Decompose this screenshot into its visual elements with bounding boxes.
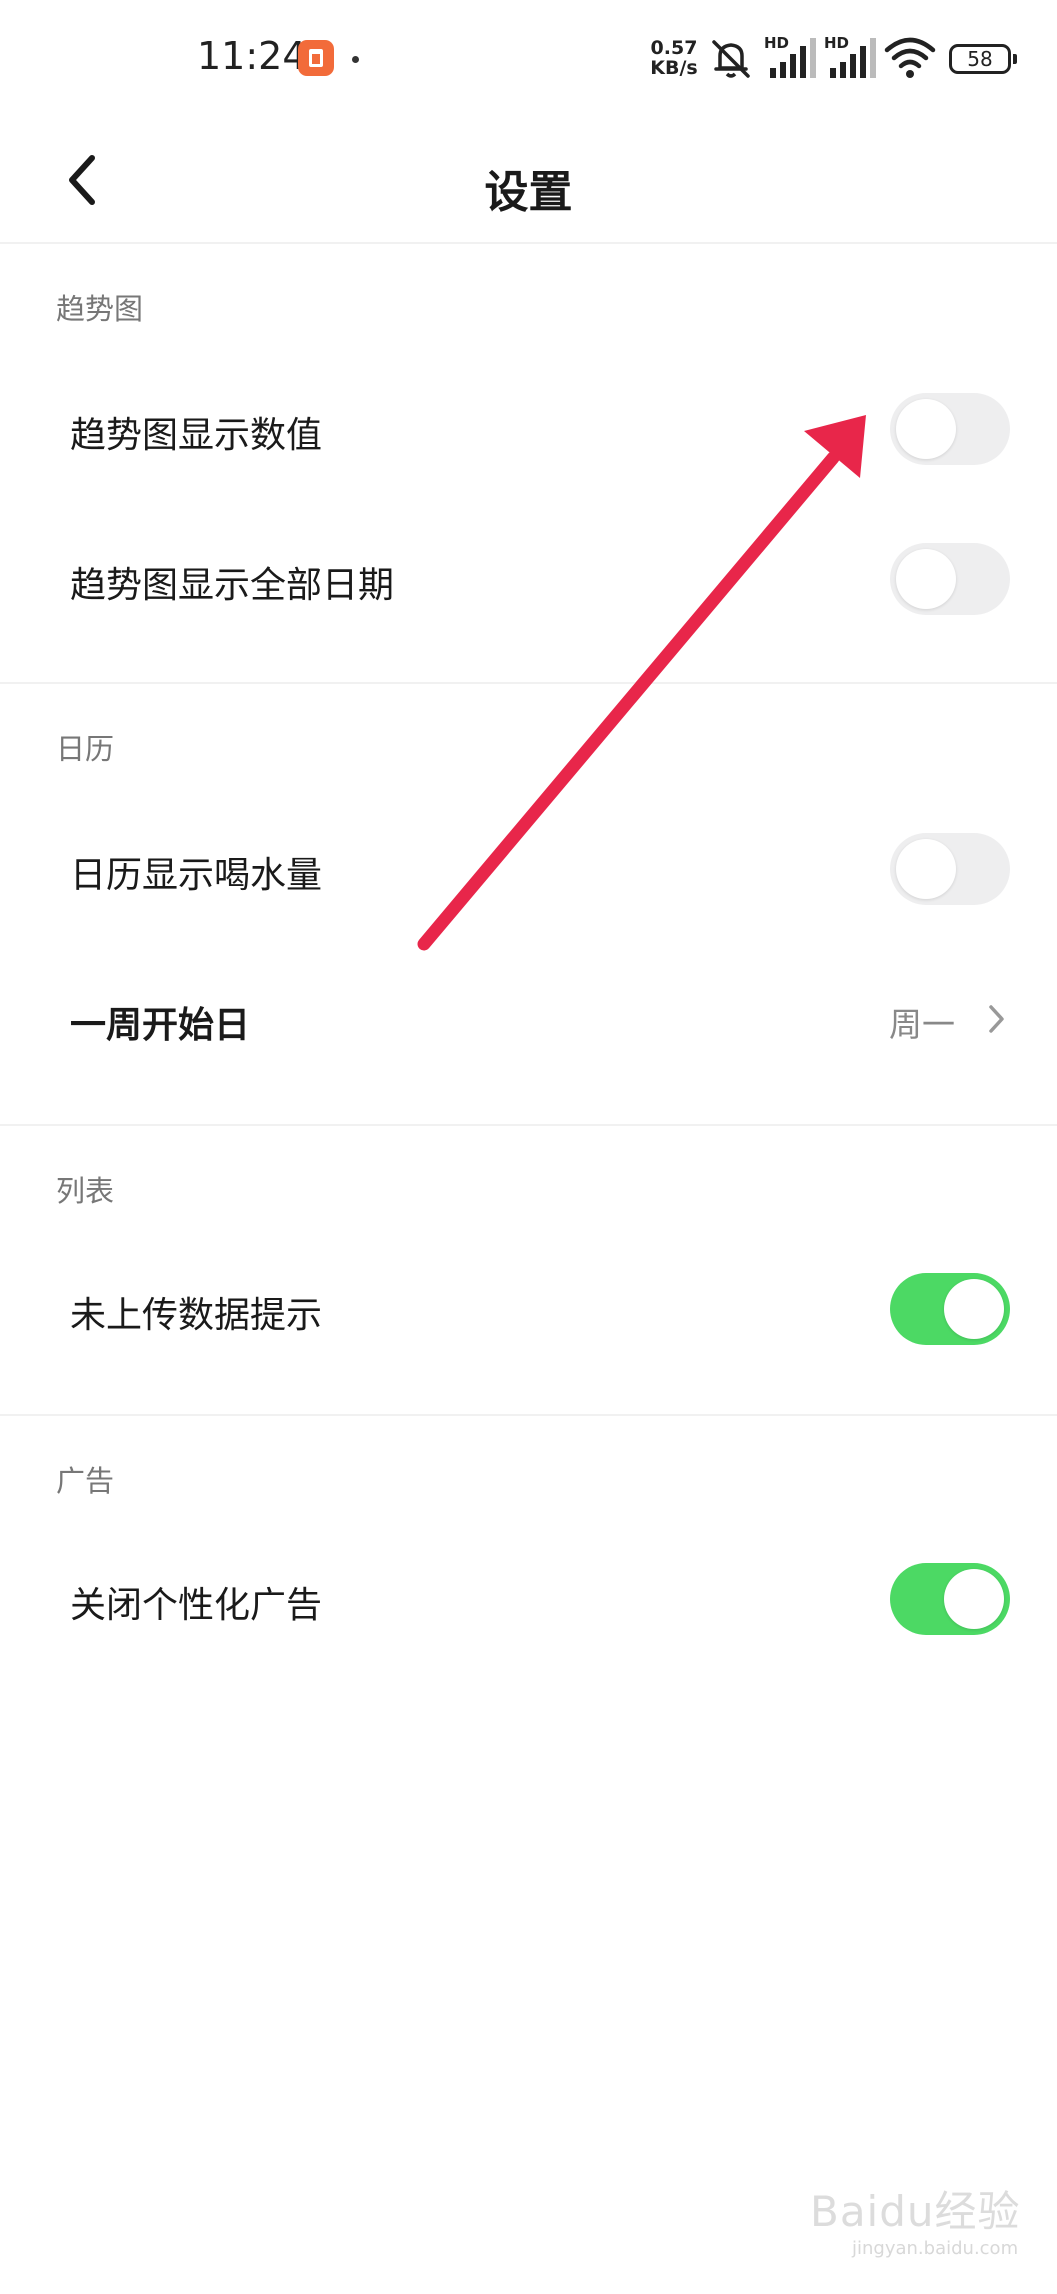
section-list: 列表 未上传数据提示: [0, 1126, 1057, 1414]
setting-label: 趋势图显示全部日期: [70, 565, 395, 606]
watermark-logo: Baidu经验: [810, 2187, 1021, 2236]
wifi-icon: [884, 37, 936, 78]
setting-row-calendar-water[interactable]: 日历显示喝水量: [0, 794, 1057, 944]
toggle-personalized-ads[interactable]: [890, 1563, 1010, 1635]
toggle-trend-show-all-dates[interactable]: [890, 543, 1010, 615]
section-calendar: 日历 日历显示喝水量 一周开始日 周一: [0, 684, 1057, 1124]
nav-bar: 设置: [0, 118, 1057, 244]
page-title: 设置: [484, 167, 573, 218]
toggle-knob: [896, 549, 956, 609]
setting-label: 一周开始日: [70, 1005, 251, 1046]
toggle-calendar-water[interactable]: [890, 833, 1010, 905]
toggle-knob: [944, 1279, 1004, 1339]
watermark-url: jingyan.baidu.com: [852, 2238, 1019, 2259]
setting-row-trend-show-values[interactable]: 趋势图显示数值: [0, 354, 1057, 504]
toggle-upload-reminder[interactable]: [890, 1273, 1010, 1345]
toggle-knob: [896, 839, 956, 899]
notification-dot-icon: [352, 56, 359, 63]
chevron-right-icon: [989, 1005, 1004, 1033]
section-title-ads: 广告: [56, 1464, 115, 1498]
setting-label: 趋势图显示数值: [70, 415, 323, 456]
section-title-calendar: 日历: [56, 732, 115, 766]
setting-label: 未上传数据提示: [70, 1295, 323, 1336]
week-start-value: 周一: [889, 1005, 955, 1044]
section-title-list: 列表: [56, 1174, 115, 1208]
battery-icon: 58: [949, 44, 1017, 74]
status-time: 11:24: [197, 34, 307, 78]
app-notification-icon: [298, 40, 334, 76]
section-title-trend: 趋势图: [56, 292, 144, 326]
toggle-knob: [944, 1569, 1004, 1629]
toggle-knob: [896, 399, 956, 459]
signal-icon-2: HD: [824, 34, 880, 84]
net-speed-unit: KB/s: [650, 57, 698, 79]
signal-icon: HD: [764, 34, 820, 84]
net-speed: 0.57 KB/s: [648, 38, 700, 78]
status-bar: 11:24 0.57 KB/s HD HD 58: [0, 0, 1057, 118]
setting-label: 关闭个性化广告: [70, 1585, 323, 1626]
setting-row-week-start[interactable]: 一周开始日 周一: [0, 944, 1057, 1094]
net-speed-value: 0.57: [650, 37, 698, 59]
section-trend: 趋势图 趋势图显示数值 趋势图显示全部日期: [0, 244, 1057, 682]
setting-row-personalized-ads[interactable]: 关闭个性化广告: [0, 1524, 1057, 1674]
setting-label: 日历显示喝水量: [70, 855, 323, 896]
section-ads: 广告 关闭个性化广告: [0, 1416, 1057, 1716]
setting-row-upload-reminder[interactable]: 未上传数据提示: [0, 1234, 1057, 1384]
setting-row-trend-show-all-dates[interactable]: 趋势图显示全部日期: [0, 504, 1057, 654]
mute-icon: [712, 40, 750, 78]
toggle-trend-show-values[interactable]: [890, 393, 1010, 465]
